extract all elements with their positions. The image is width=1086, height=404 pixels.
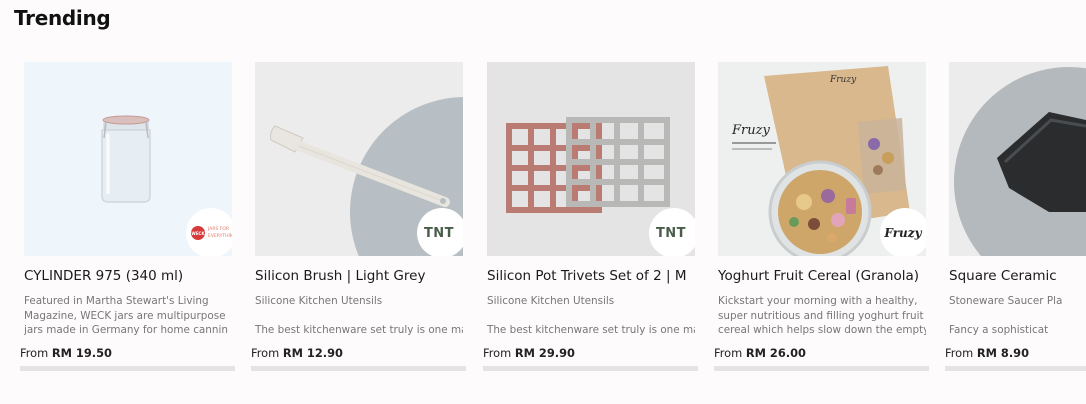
- product-description: Kickstart your morning with a healthy, s…: [718, 295, 926, 337]
- product-card[interactable]: TNT Silicon Brush | Light Grey Silicone …: [251, 62, 466, 374]
- product-title[interactable]: Yoghurt Fruit Cereal (Granola): [718, 268, 938, 284]
- product-title[interactable]: Silicon Pot Trivets Set of 2 | M: [487, 268, 707, 284]
- product-title[interactable]: CYLINDER 975 (340 ml): [24, 268, 244, 284]
- product-description: Featured in Martha Stewart's Living Maga…: [24, 295, 228, 337]
- card-divider: [945, 366, 1086, 371]
- svg-text:Fruzy: Fruzy: [829, 75, 857, 85]
- product-price: From RM 12.90: [251, 346, 343, 360]
- brand-logo: Fruzy: [880, 208, 926, 256]
- svg-text:Fruzy: Fruzy: [731, 123, 770, 138]
- product-price: From RM 8.90: [945, 346, 1030, 360]
- product-card[interactable]: Square Ceramic Stoneware Saucer Pla Fanc…: [945, 62, 1086, 374]
- product-title[interactable]: Silicon Brush | Light Grey: [255, 268, 475, 284]
- product-image[interactable]: Fruzy Fruzy Fruzy: [718, 62, 926, 256]
- svg-text:EVERYTHING: EVERYTHING: [208, 233, 232, 239]
- product-description: Silicone Kitchen Utensils The best kitch…: [487, 295, 695, 337]
- product-price: From RM 19.50: [20, 346, 112, 360]
- product-card[interactable]: Fruzy Fruzy Fruzy Yoghurt Fruit Cereal (…: [714, 62, 929, 374]
- card-divider: [483, 366, 698, 371]
- product-carousel[interactable]: WECK JARS FOR EVERYTHING CYLINDER 975 (3…: [0, 0, 1086, 404]
- card-divider: [714, 366, 929, 371]
- ceramic-dish-icon: [949, 62, 1086, 256]
- brand-logo: TNT: [417, 208, 463, 256]
- brand-logo: WECK JARS FOR EVERYTHING: [186, 208, 232, 256]
- product-description: Silicone Kitchen Utensils The best kitch…: [255, 295, 463, 337]
- product-card[interactable]: TNT Silicon Pot Trivets Set of 2 | M Sil…: [483, 62, 698, 374]
- product-image[interactable]: TNT: [255, 62, 463, 256]
- product-price: From RM 26.00: [714, 346, 806, 360]
- svg-text:WECK: WECK: [191, 231, 205, 236]
- product-card[interactable]: WECK JARS FOR EVERYTHING CYLINDER 975 (3…: [20, 62, 235, 374]
- product-title[interactable]: Square Ceramic: [949, 268, 1082, 284]
- product-price: From RM 29.90: [483, 346, 575, 360]
- product-image[interactable]: WECK JARS FOR EVERYTHING: [24, 62, 232, 256]
- card-divider: [20, 366, 235, 371]
- product-image[interactable]: [949, 62, 1086, 256]
- svg-text:JARS FOR: JARS FOR: [207, 226, 229, 232]
- product-description: Stoneware Saucer Pla Fancy a sophisticat: [949, 295, 1063, 337]
- card-divider: [251, 366, 466, 371]
- brand-logo: TNT: [649, 208, 695, 256]
- product-image[interactable]: TNT: [487, 62, 695, 256]
